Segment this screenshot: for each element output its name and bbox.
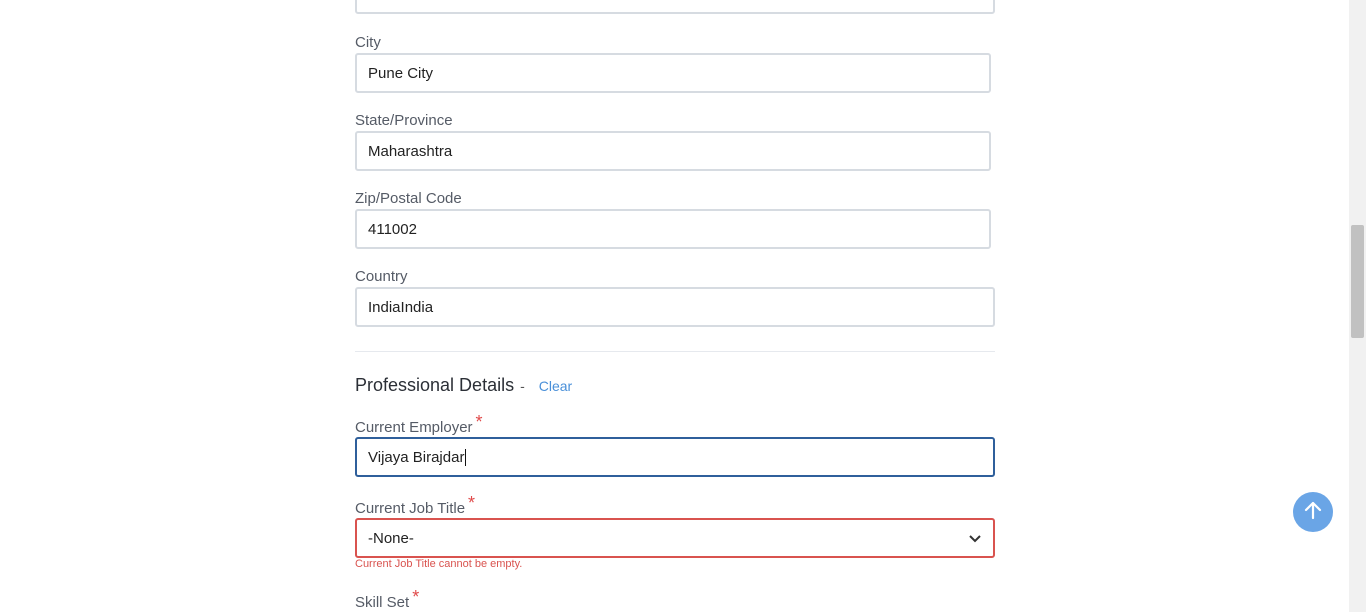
required-mark: * — [468, 493, 476, 513]
employer-label-text: Current Employer — [355, 419, 473, 436]
section-title: Professional Details — [355, 375, 515, 395]
clear-link[interactable]: Clear — [539, 378, 572, 394]
state-value: Maharashtra — [368, 142, 453, 160]
arrow-up-icon — [1303, 500, 1323, 525]
job-title-error: Current Job Title cannot be empty. — [355, 558, 523, 570]
section-header: Professional Details - Clear — [355, 375, 572, 396]
scroll-top-button[interactable] — [1293, 492, 1333, 532]
required-mark: * — [475, 412, 483, 432]
state-label: State/Province — [355, 112, 453, 129]
scrollbar-thumb[interactable] — [1351, 225, 1364, 338]
zip-input[interactable]: 411002 — [355, 209, 991, 249]
section-divider — [355, 351, 995, 352]
required-mark: * — [412, 587, 420, 607]
job-title-label-text: Current Job Title — [355, 500, 466, 517]
job-title-label: Current Job Title * — [355, 493, 475, 518]
city-value: Pune City — [368, 64, 434, 82]
employer-label: Current Employer * — [355, 412, 483, 437]
employer-value: Vijaya Birajdar — [368, 448, 465, 466]
skill-set-label: Skill Set * — [355, 587, 419, 612]
country-input[interactable]: IndiaIndia — [355, 287, 995, 327]
country-label: Country — [355, 268, 408, 285]
city-label: City — [355, 34, 381, 51]
employer-input[interactable]: Vijaya Birajdar — [355, 437, 995, 477]
text-caret — [465, 448, 467, 466]
city-input[interactable]: Pune City — [355, 53, 991, 93]
zip-value: 411002 — [368, 220, 417, 238]
zip-label: Zip/Postal Code — [355, 190, 462, 207]
job-title-select[interactable]: -None- — [355, 518, 995, 558]
page: City Pune City State/Province Maharashtr… — [0, 0, 1366, 612]
section-dash: - — [520, 378, 525, 394]
country-value: IndiaIndia — [368, 298, 434, 316]
job-title-selected: -None- — [368, 529, 414, 547]
state-input[interactable]: Maharashtra — [355, 131, 991, 171]
skill-set-label-text: Skill Set — [355, 594, 410, 611]
chevron-down-icon — [969, 530, 981, 547]
address-field-partial[interactable] — [355, 0, 995, 14]
